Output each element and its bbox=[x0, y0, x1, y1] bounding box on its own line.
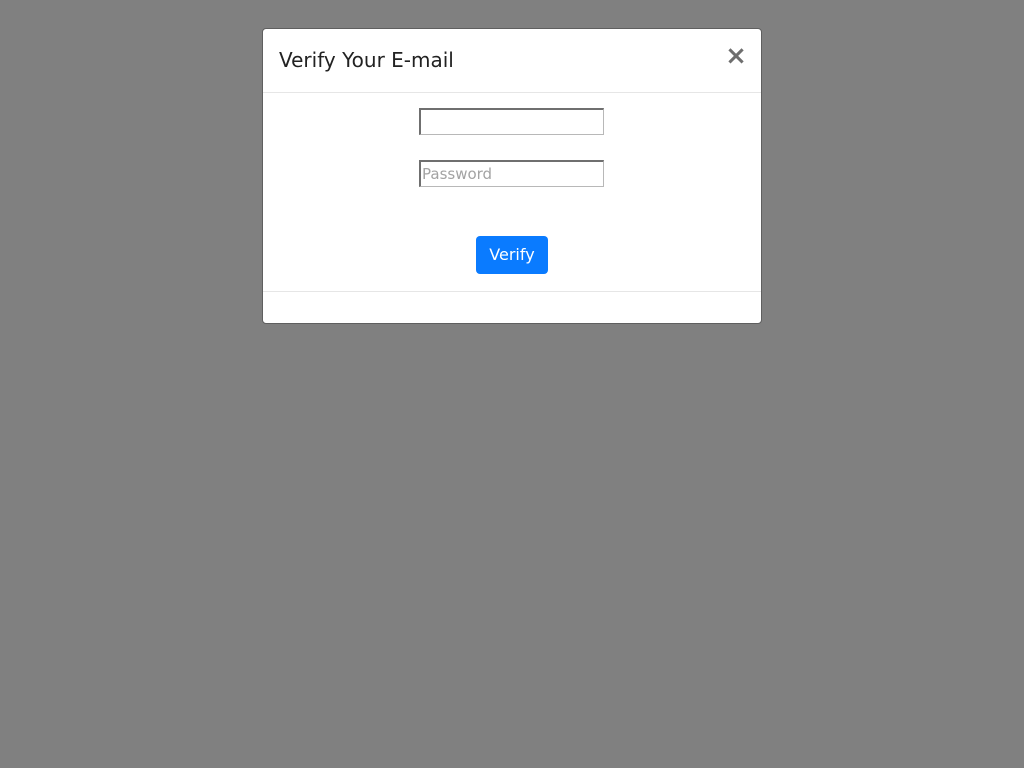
dialog-footer bbox=[263, 291, 761, 324]
email-field[interactable] bbox=[419, 108, 604, 135]
close-icon[interactable]: × bbox=[725, 41, 747, 71]
dialog-title: Verify Your E-mail bbox=[279, 48, 454, 72]
verify-button[interactable]: Verify bbox=[476, 236, 548, 274]
dialog-header: Verify Your E-mail × bbox=[263, 29, 761, 93]
password-field[interactable] bbox=[419, 160, 604, 187]
verify-email-dialog: Verify Your E-mail × Verify bbox=[262, 28, 762, 324]
close-button[interactable]: × bbox=[721, 41, 751, 71]
